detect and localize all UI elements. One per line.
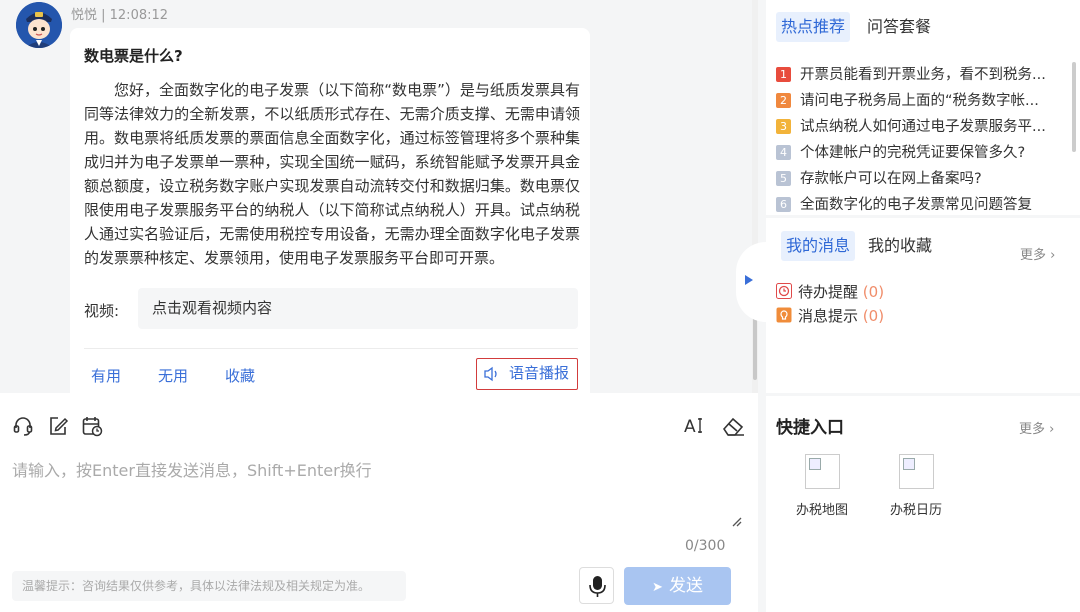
quick-more-link[interactable]: 更多 › <box>1019 418 1054 437</box>
useless-button[interactable]: 无用 <box>158 365 188 386</box>
message-meta: 悦悦 | 12:08:12 <box>71 8 169 23</box>
voice-broadcast-label: 语音播报 <box>509 364 570 382</box>
speaker-icon <box>484 366 497 382</box>
rank-badge: 4 <box>776 145 791 160</box>
video-link[interactable]: 点击观看视频内容 <box>138 288 578 329</box>
resize-handle-icon[interactable] <box>732 517 742 527</box>
right-panel: 热点推荐 问答套餐 1 开票员能看到开票业务，看不到税务... 2 请问电子税务局上面… <box>736 0 1080 612</box>
bulb-icon <box>776 307 792 323</box>
notice-label: 消息提示 <box>798 307 859 325</box>
hot-item[interactable]: 4 个体建帐户的完税凭证要保管多久? <box>776 142 1056 164</box>
eraser-icon[interactable] <box>720 415 746 437</box>
todo-reminder[interactable]: 待办提醒 (0) <box>776 281 884 302</box>
clock-icon <box>776 283 792 299</box>
edit-icon[interactable] <box>47 415 69 437</box>
todo-count: (0) <box>862 283 885 301</box>
hot-item-text: 请问电子税务局上面的“税务数字帐... <box>800 93 1039 109</box>
microphone-icon <box>589 576 606 597</box>
disclaimer-tip: 温馨提示：咨询结果仅供参考，具体以法律法规及相关规定为准。 <box>12 571 406 601</box>
hot-item-text: 存款帐户可以在网上备案吗? <box>800 171 982 187</box>
rank-badge: 6 <box>776 197 791 212</box>
microphone-button[interactable] <box>579 567 614 604</box>
hot-item[interactable]: 3 试点纳税人如何通过电子发票服务平... <box>776 116 1056 138</box>
answer-bubble: 数电票是什么? 您好，全面数字化的电子发票（以下简称“数电票”）是与纸质发票具有… <box>70 28 590 393</box>
tax-calendar-label: 办税日历 <box>889 503 942 518</box>
calendar-icon[interactable] <box>81 415 103 437</box>
hot-scroll-thumb[interactable] <box>1072 62 1076 152</box>
tab-my-favorites[interactable]: 我的收藏 <box>863 231 937 261</box>
quick-entry-tax-map[interactable]: 办税地图 <box>787 454 857 518</box>
rank-badge: 3 <box>776 119 791 134</box>
rank-badge: 1 <box>776 67 791 82</box>
chevron-right-icon: › <box>1045 422 1055 437</box>
tab-qa-package[interactable]: 问答套餐 <box>862 12 936 42</box>
hot-item[interactable]: 6 全面数字化的电子发票常见问题答复 <box>776 194 1056 215</box>
char-counter: 0/300 <box>685 538 726 554</box>
message-notice[interactable]: 消息提示 (0) <box>776 305 884 326</box>
hot-item[interactable]: 5 存款帐户可以在网上备案吗? <box>776 168 1056 190</box>
hot-recommend-card: 热点推荐 问答套餐 1 开票员能看到开票业务，看不到税务... 2 请问电子税务局上面… <box>766 0 1080 215</box>
hot-item-text: 个体建帐户的完税凭证要保管多久? <box>800 145 1026 161</box>
send-label: 发送 <box>668 576 703 596</box>
message-composer: A 请输入，按Enter直接发送消息，Shift+Enter换行 0/300 温… <box>0 393 758 612</box>
notice-count: (0) <box>862 307 885 325</box>
tax-map-label: 办税地图 <box>795 503 848 518</box>
headset-icon[interactable] <box>12 415 34 437</box>
useful-button[interactable]: 有用 <box>91 365 121 386</box>
video-row: 视频: 点击观看视频内容 <box>84 288 578 329</box>
quick-more-label: 更多 <box>1019 422 1046 437</box>
triangle-right-icon <box>745 275 753 285</box>
messages-more-link[interactable]: 更多 › <box>1020 244 1055 263</box>
messages-more-label: 更多 <box>1020 248 1047 263</box>
tax-calendar-icon <box>898 454 934 489</box>
rank-badge: 5 <box>776 171 791 186</box>
voice-broadcast-button[interactable]: 语音播报 <box>476 358 578 390</box>
svg-text:A: A <box>684 417 696 437</box>
send-button[interactable]: ➤ 发送 <box>624 567 731 605</box>
hot-item[interactable]: 1 开票员能看到开票业务，看不到税务... <box>776 64 1056 86</box>
question-title: 数电票是什么? <box>84 47 183 65</box>
answer-text: 您好，全面数字化的电子发票（以下简称“数电票”）是与纸质发票具有同等法律效力的全… <box>84 81 580 267</box>
divider <box>84 348 578 349</box>
todo-label: 待办提醒 <box>798 283 859 301</box>
message-input[interactable]: 请输入，按Enter直接发送消息，Shift+Enter换行 <box>12 457 372 481</box>
chevron-right-icon: › <box>1046 248 1056 263</box>
hot-item-text: 试点纳税人如何通过电子发票服务平... <box>800 119 1046 135</box>
video-label: 视频: <box>84 302 120 320</box>
chat-panel: 悦悦 | 12:08:12 数电票是什么? 您好，全面数字化的电子发票（以下简称… <box>0 0 752 393</box>
hot-item-text: 开票员能看到开票业务，看不到税务... <box>800 67 1046 83</box>
send-arrow-icon: ➤ <box>652 580 663 595</box>
favorite-button[interactable]: 收藏 <box>225 365 255 386</box>
quick-entry-card: 快捷入口 更多 › 办税地图 办税日历 <box>766 396 1080 612</box>
rank-badge: 2 <box>776 93 791 108</box>
tab-hot-recommend[interactable]: 热点推荐 <box>776 12 851 42</box>
font-size-icon[interactable]: A <box>684 415 706 437</box>
tab-my-messages[interactable]: 我的消息 <box>781 231 856 261</box>
assistant-avatar <box>16 2 62 48</box>
hot-item-text: 全面数字化的电子发票常见问题答复 <box>800 197 1032 213</box>
quick-entry-title: 快捷入口 <box>776 418 844 438</box>
tax-map-icon <box>804 454 840 489</box>
messages-card: 我的消息 我的收藏 更多 › 待办提醒 (0) 消息提示 (0) <box>766 218 1080 393</box>
hot-item[interactable]: 2 请问电子税务局上面的“税务数字帐... <box>776 90 1056 112</box>
quick-entry-tax-calendar[interactable]: 办税日历 <box>881 454 951 518</box>
